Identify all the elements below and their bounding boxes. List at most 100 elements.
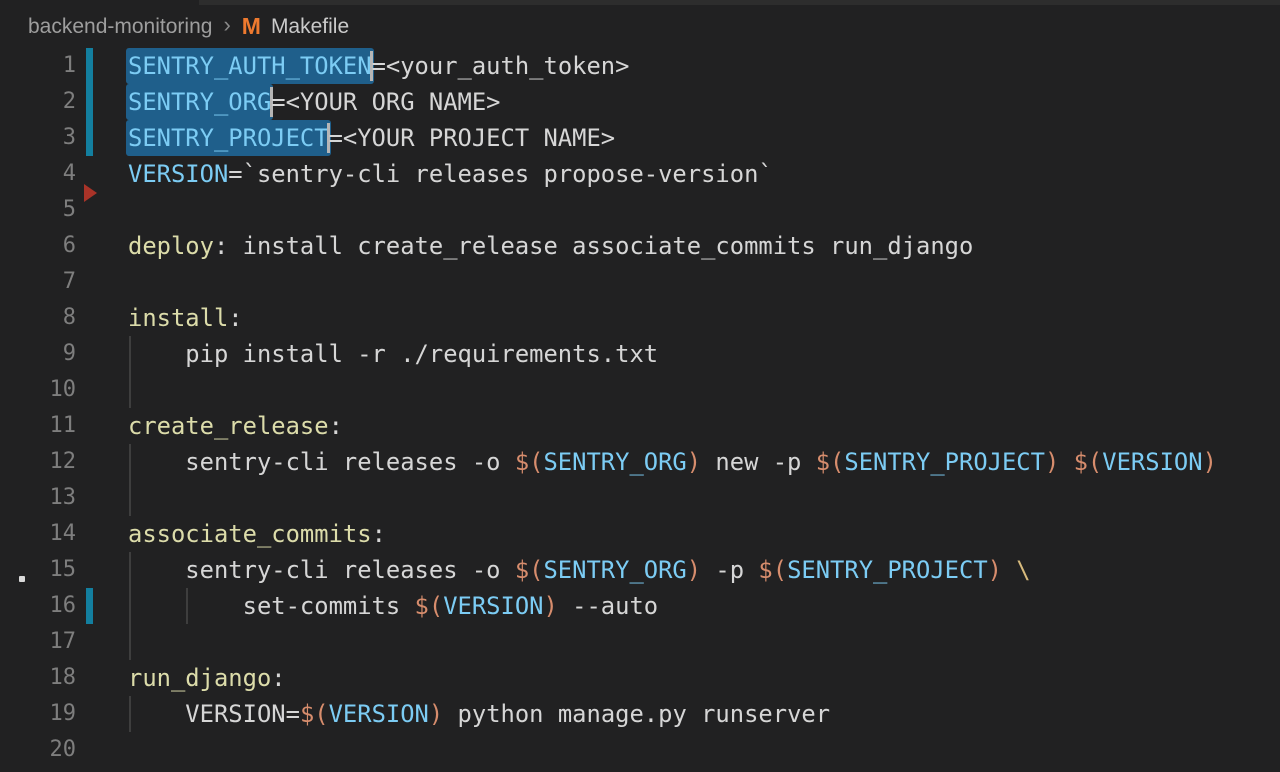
code-token: $( xyxy=(515,448,544,476)
code-line[interactable]: 19 VERSION=$(VERSION) python manage.py r… xyxy=(0,696,1280,732)
line-number[interactable]: 5 xyxy=(0,192,76,228)
indent-guide xyxy=(129,372,131,408)
line-number[interactable]: 19 xyxy=(0,696,76,732)
code-token xyxy=(1059,448,1073,476)
code-line[interactable]: 10 xyxy=(0,372,1280,408)
code-line[interactable]: 8 install: xyxy=(0,300,1280,336)
code-token: pip install -r ./requirements.txt xyxy=(128,340,658,368)
code-token: : xyxy=(228,304,242,332)
line-number[interactable]: 8 xyxy=(0,300,76,336)
line-number[interactable]: 10 xyxy=(0,372,76,408)
code-text: SENTRY_AUTH_TOKEN=<your_auth_token> xyxy=(128,48,629,84)
breadcrumb-file[interactable]: Makefile xyxy=(271,15,349,39)
code-token: ) xyxy=(544,592,558,620)
line-number[interactable]: 7 xyxy=(0,264,76,300)
line-number[interactable]: 11 xyxy=(0,408,76,444)
code-token: VERSION xyxy=(329,700,429,728)
code-line[interactable]: 14 associate_commits: xyxy=(0,516,1280,552)
line-number[interactable]: 18 xyxy=(0,660,76,696)
code-text: set-commits $(VERSION) --auto xyxy=(128,588,658,624)
code-line[interactable]: 4 VERSION=`sentry-cli releases propose-ve… xyxy=(0,156,1280,192)
line-number[interactable]: 1 xyxy=(0,48,76,84)
breadcrumb[interactable]: backend-monitoring › M Makefile xyxy=(0,5,1280,48)
code-text: SENTRY_ORG=<YOUR ORG NAME> xyxy=(128,84,501,120)
makefile-icon: M xyxy=(242,13,260,40)
code-text: deploy: install create_release associate… xyxy=(128,228,973,264)
code-line[interactable]: 18 run_django: xyxy=(0,660,1280,696)
line-number[interactable]: 4 xyxy=(0,156,76,192)
red-marker-icon xyxy=(84,184,97,202)
code-token: associate_commits xyxy=(128,520,372,548)
code-token: : xyxy=(329,412,343,440)
line-number[interactable]: 12 xyxy=(0,444,76,480)
line-number[interactable]: 13 xyxy=(0,480,76,516)
code-token: VERSION xyxy=(128,160,228,188)
code-token: create_release xyxy=(128,412,329,440)
code-token: VERSION xyxy=(443,592,543,620)
selection-highlight: SENTRY_ORG xyxy=(126,84,273,120)
code-token: $( xyxy=(300,700,329,728)
code-line[interactable]: 7 xyxy=(0,264,1280,300)
line-number[interactable]: 2 xyxy=(0,84,76,120)
line-number[interactable]: 14 xyxy=(0,516,76,552)
code-text: run_django: xyxy=(128,660,286,696)
code-token: ) xyxy=(1203,448,1217,476)
line-number[interactable]: 3 xyxy=(0,120,76,156)
line-number[interactable]: 9 xyxy=(0,336,76,372)
code-line[interactable]: 5 xyxy=(0,192,1280,228)
line-number[interactable]: 20 xyxy=(0,732,76,768)
code-token: \ xyxy=(1016,556,1030,584)
code-line[interactable]: 17 xyxy=(0,624,1280,660)
editor-lines[interactable]: 1 SENTRY_AUTH_TOKEN=<your_auth_token> 2 SEN… xyxy=(0,48,1280,768)
code-line[interactable]: 12 sentry-cli releases -o $(SENTRY_ORG) … xyxy=(0,444,1280,480)
indent-guide xyxy=(129,624,131,660)
code-token: SENTRY_PROJECT xyxy=(844,448,1045,476)
left-margin-dot xyxy=(19,576,25,582)
code-text: VERSION=$(VERSION) python manage.py runs… xyxy=(128,696,830,732)
line-number[interactable]: 16 xyxy=(0,588,76,624)
code-token: =`sentry-cli releases propose-version` xyxy=(228,160,772,188)
code-text: create_release: xyxy=(128,408,343,444)
code-token: sentry-cli releases -o xyxy=(128,556,515,584)
line-number[interactable]: 15 xyxy=(0,552,76,588)
code-line[interactable]: 1 SENTRY_AUTH_TOKEN=<your_auth_token> xyxy=(0,48,1280,84)
selection-highlight: SENTRY_PROJECT xyxy=(126,120,331,156)
code-token: ) xyxy=(687,448,701,476)
code-token xyxy=(1002,556,1016,584)
modified-line-indicator xyxy=(86,84,93,120)
code-token: $( xyxy=(415,592,444,620)
code-token: VERSION= xyxy=(128,700,300,728)
code-token: new -p xyxy=(701,448,816,476)
code-line[interactable]: 20 xyxy=(0,732,1280,768)
code-line[interactable]: 3 SENTRY_PROJECT=<YOUR PROJECT NAME> xyxy=(0,120,1280,156)
code-token: set-commits xyxy=(128,592,415,620)
breadcrumb-folder[interactable]: backend-monitoring xyxy=(28,15,212,39)
code-token: SENTRY_ORG xyxy=(543,556,686,584)
code-token: SENTRY_PROJECT xyxy=(787,556,988,584)
code-line[interactable]: 9 pip install -r ./requirements.txt xyxy=(0,336,1280,372)
code-token: VERSION xyxy=(1102,448,1202,476)
code-token: $( xyxy=(1074,448,1103,476)
code-token: : install create_release associate_commi… xyxy=(214,232,973,260)
code-line[interactable]: 6 deploy: install create_release associat… xyxy=(0,228,1280,264)
code-token: $( xyxy=(515,556,544,584)
code-line[interactable]: 2 SENTRY_ORG=<YOUR ORG NAME> xyxy=(0,84,1280,120)
code-token: =<YOUR PROJECT NAME> xyxy=(329,124,616,152)
code-token: : xyxy=(372,520,386,548)
code-line[interactable]: 15 sentry-cli releases -o $(SENTRY_ORG) … xyxy=(0,552,1280,588)
code-token: $( xyxy=(816,448,845,476)
code-line[interactable]: 16 set-commits $(VERSION) --auto xyxy=(0,588,1280,624)
code-token: : xyxy=(271,664,285,692)
code-line[interactable]: 13 xyxy=(0,480,1280,516)
chevron-right-icon: › xyxy=(223,12,230,38)
indent-guide xyxy=(129,480,131,516)
selection-highlight: SENTRY_AUTH_TOKEN xyxy=(126,48,374,84)
code-line[interactable]: 11 create_release: xyxy=(0,408,1280,444)
modified-line-indicator xyxy=(86,48,93,84)
code-token: install xyxy=(128,304,228,332)
code-token: deploy xyxy=(128,232,214,260)
line-number[interactable]: 6 xyxy=(0,228,76,264)
code-token: ) xyxy=(429,700,443,728)
line-number[interactable]: 17 xyxy=(0,624,76,660)
code-text: install: xyxy=(128,300,243,336)
